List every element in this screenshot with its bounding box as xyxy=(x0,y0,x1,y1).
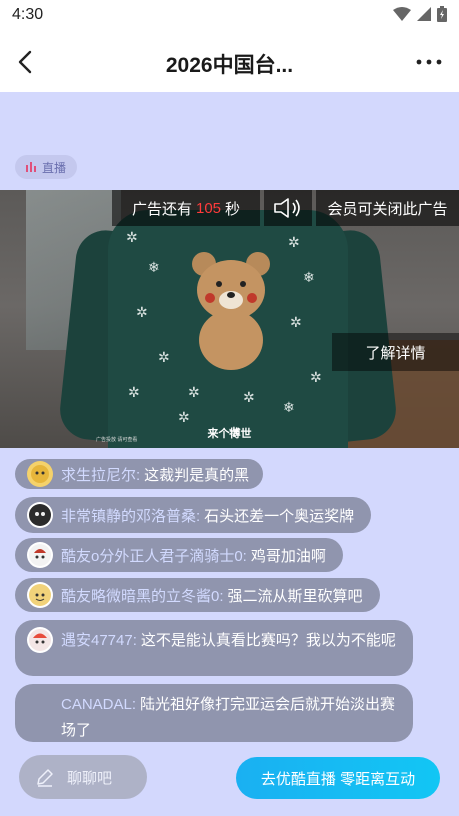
chat-message: CANADAL: 陆光祖好像打完亚运会后就开始淡出赛场了 xyxy=(15,684,413,742)
page-title: 2026中国台... xyxy=(165,54,294,77)
status-icons xyxy=(393,6,447,22)
signal-icon xyxy=(417,7,431,21)
pencil-icon xyxy=(37,769,53,787)
user-avatar xyxy=(27,582,53,608)
wifi-icon xyxy=(393,7,411,21)
user-avatar xyxy=(27,626,53,653)
chat-message: 求生拉尼尔: 这裁判是真的黑 xyxy=(15,459,263,489)
bear-patch-icon xyxy=(192,252,270,370)
live-badge: 直播 xyxy=(15,155,77,179)
chat-message: 非常镇静的邓洛普桑: 石头还差一个奥运奖牌 xyxy=(15,497,371,533)
status-time: 4:30 xyxy=(12,6,44,23)
ad-countdown: 广告还有 105 秒 xyxy=(112,190,260,226)
sweater-image: ✲ ❄ ✲ ✲ ✲ ✲ ✲ ❄ ✲ ✲ ❄ ✲ ✲ ✲ xyxy=(57,210,399,448)
chat-message: 遇安47747: 这不是能认真看比赛吗？我以为不能呢 xyxy=(15,620,413,676)
speaker-icon xyxy=(274,198,300,218)
title-bar: 2026中国台... xyxy=(0,32,459,92)
sound-toggle-button[interactable] xyxy=(264,190,312,226)
vip-close-ad-button[interactable]: 会员可关闭此广告 xyxy=(316,190,459,226)
live-badge-label: 直播 xyxy=(41,160,66,175)
user-avatar xyxy=(27,461,53,487)
ad-caption: 来个博世 xyxy=(207,428,252,440)
ad-fine-print: 广告投放 请可查看 xyxy=(96,437,138,443)
live-content: 直播 ✲ ❄ ✲ ✲ ✲ ✲ ✲ ❄ ✲ ✲ ❄ ✲ ✲ ✲ 来个博世 广告投放… xyxy=(0,92,459,816)
chat-message: 酷友o分外正人君子滴骑士0: 鸡哥加油啊 xyxy=(15,538,343,572)
chat-input[interactable]: 聊聊吧 xyxy=(19,755,147,799)
go-youku-live-button[interactable]: 去优酷直播 零距离互动 xyxy=(236,757,440,799)
battery-icon xyxy=(437,6,447,22)
chat-input-placeholder: 聊聊吧 xyxy=(67,769,113,787)
live-bars-icon xyxy=(25,162,36,172)
user-avatar xyxy=(27,542,53,568)
ad-countdown-seconds: 105 xyxy=(195,199,222,217)
more-options-icon[interactable] xyxy=(415,54,443,70)
ad-video[interactable]: ✲ ❄ ✲ ✲ ✲ ✲ ✲ ❄ ✲ ✲ ❄ ✲ ✲ ✲ 来个博世 广告投放 请可… xyxy=(0,190,459,448)
status-bar: 4:30 xyxy=(0,0,459,32)
user-avatar xyxy=(27,502,53,528)
chat-message: 酷友略微暗黑的立冬酱0: 强二流从斯里砍算吧 xyxy=(15,578,380,612)
ad-detail-button[interactable]: 了解详情 xyxy=(332,333,459,371)
